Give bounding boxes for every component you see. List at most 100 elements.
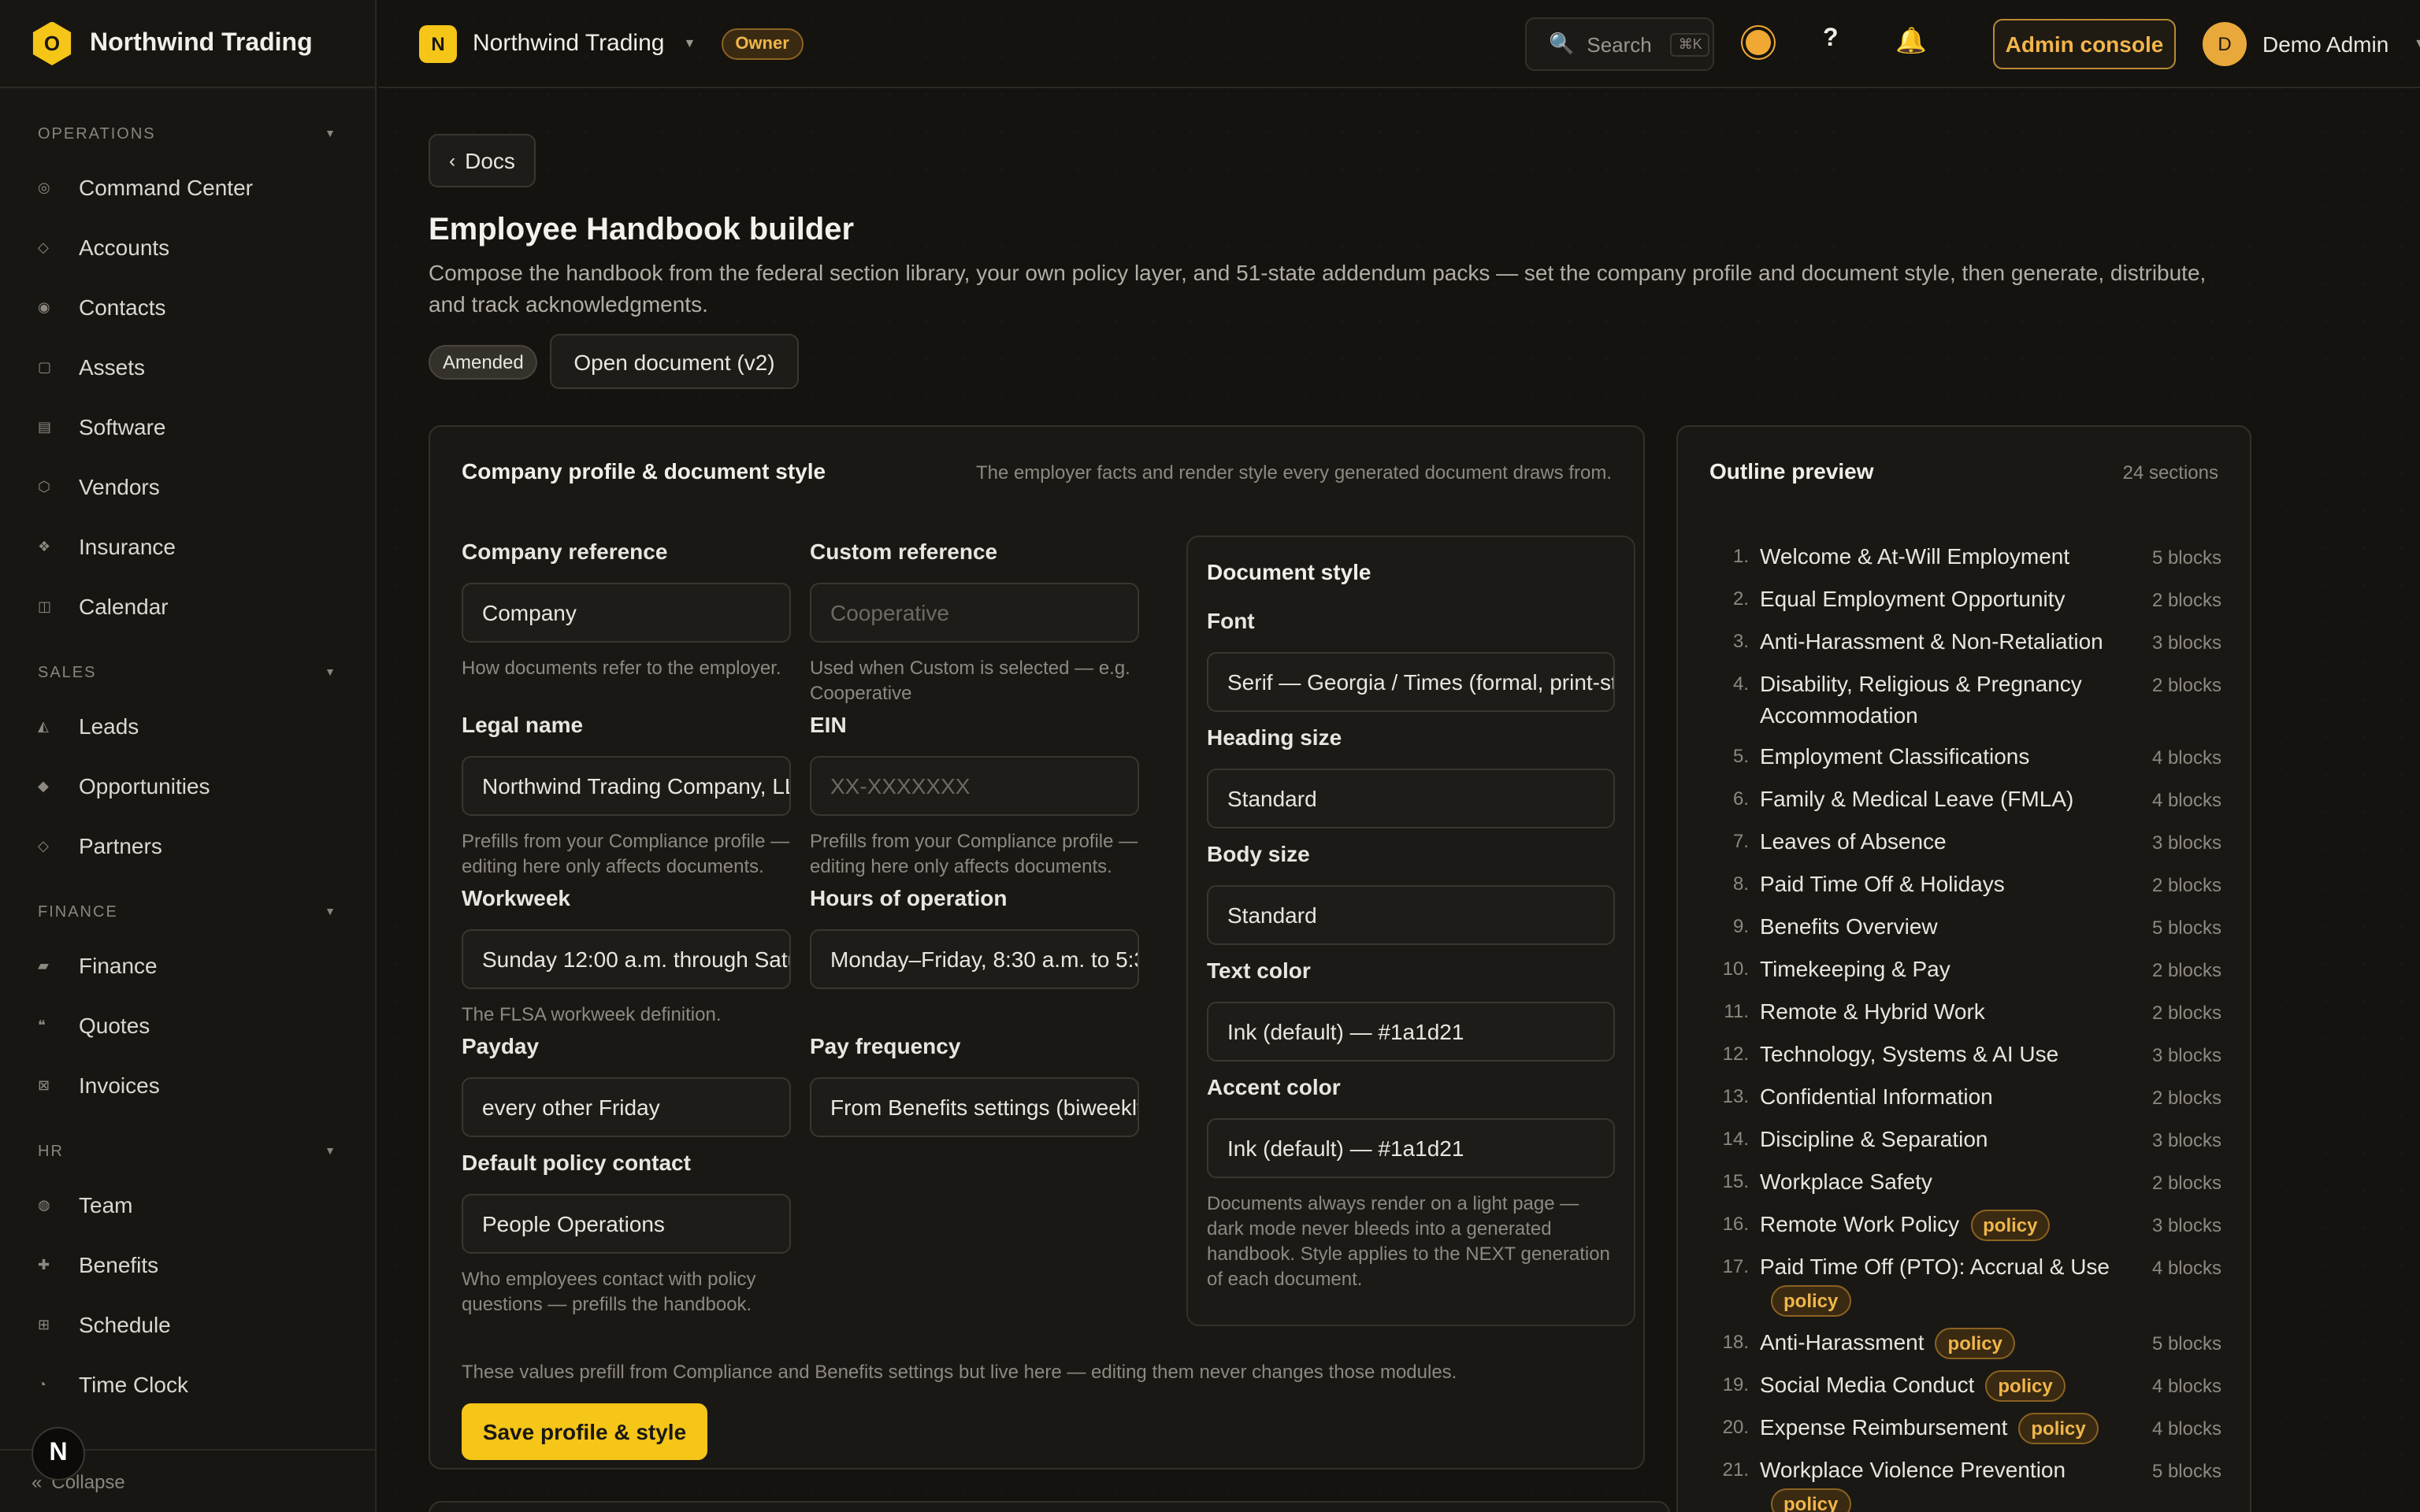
list-item[interactable]: 5. Employment Classifications 4 blocks bbox=[1709, 736, 2221, 778]
section-title-text: Leaves of Absence bbox=[1760, 828, 1947, 854]
list-item[interactable]: 8. Paid Time Off & Holidays 2 blocks bbox=[1709, 863, 2221, 906]
list-item[interactable]: 21. Workplace Violence Prevention policy 5 … bbox=[1709, 1450, 2221, 1512]
custom-reference-input[interactable]: Cooperative bbox=[810, 583, 1139, 643]
section-title-text: Workplace Violence Prevention bbox=[1760, 1457, 2066, 1483]
section-number: 10. bbox=[1722, 958, 1749, 980]
list-item[interactable]: 6. Family & Medical Leave (FMLA) 4 blocks bbox=[1709, 778, 2221, 821]
list-item[interactable]: 20. Expense Reimbursement policy 4 blocks bbox=[1709, 1406, 2221, 1450]
sidebar-item-contacts[interactable]: ◉ Contacts bbox=[38, 277, 337, 337]
block-count: 3 blocks bbox=[2151, 832, 2221, 854]
heading-size-field: Heading size Standard bbox=[1207, 724, 1615, 828]
sidebar-item-team[interactable]: ◍ Team bbox=[38, 1175, 337, 1235]
list-item[interactable]: 11. Remote & Hybrid Work 2 blocks bbox=[1709, 991, 2221, 1033]
list-item[interactable]: 4. Disability, Religious & Pregnancy Acco… bbox=[1709, 663, 2221, 736]
section-number: 15. bbox=[1722, 1170, 1749, 1192]
help-icon[interactable]: ? bbox=[1823, 25, 1839, 54]
list-item[interactable]: 16. Remote Work Policy policy 3 blocks bbox=[1709, 1203, 2221, 1247]
custom-reference-field: Custom reference Cooperative Used when C… bbox=[810, 539, 1139, 706]
sidebar-item-calendar[interactable]: ◫ Calendar bbox=[38, 576, 337, 636]
sidebar-item-accounts[interactable]: ◇ Accounts bbox=[38, 217, 337, 277]
payday-input[interactable]: every other Friday bbox=[462, 1077, 791, 1137]
pay-frequency-input[interactable]: From Benefits settings (biweekly) bbox=[810, 1077, 1139, 1137]
list-item[interactable]: 19. Social Media Conduct policy 4 blocks bbox=[1709, 1364, 2221, 1407]
section-title: Workplace Violence Prevention policy bbox=[1760, 1455, 2127, 1512]
accent-color-select[interactable]: Ink (default) — #1a1d21 bbox=[1207, 1118, 1615, 1178]
sidebar-item-insurance[interactable]: ❖ Insurance bbox=[38, 517, 337, 576]
sidebar-item-invoices[interactable]: ⊠ Invoices bbox=[38, 1055, 337, 1115]
nav-section-header[interactable]: OPERATIONS ▼ bbox=[38, 120, 337, 148]
page-description: Compose the handbook from the federal se… bbox=[429, 260, 2207, 317]
list-item[interactable]: 17. Paid Time Off (PTO): Accrual & Use pol… bbox=[1709, 1247, 2221, 1321]
open-document-button[interactable]: Open document (v2) bbox=[550, 334, 799, 389]
field-help: How documents refer to the employer. bbox=[462, 657, 781, 679]
block-count: 5 blocks bbox=[2151, 1332, 2221, 1354]
legal-name-input[interactable]: Northwind Trading Company, LLC bbox=[462, 756, 791, 816]
company-reference-select[interactable]: Company bbox=[462, 583, 791, 643]
sidebar-item-label: Calendar bbox=[79, 594, 169, 619]
font-select[interactable]: Serif — Georgia / Times (formal, print-s… bbox=[1207, 652, 1615, 712]
text-color-select[interactable]: Ink (default) — #1a1d21 bbox=[1207, 1002, 1615, 1062]
nav-section-header[interactable]: HR ▼ bbox=[38, 1137, 337, 1166]
nav-section-header[interactable]: FINANCE ▼ bbox=[38, 898, 337, 926]
sidebar-item-partners[interactable]: ◇ Partners bbox=[38, 816, 337, 876]
org-switcher[interactable]: Northwind Trading bbox=[473, 30, 664, 57]
nav-section-title: HR bbox=[38, 1143, 64, 1160]
sidebar-item-software[interactable]: ▤ Software bbox=[38, 397, 337, 457]
ein-input[interactable]: XX-XXXXXXX bbox=[810, 756, 1139, 816]
back-to-docs-button[interactable]: ‹ Docs bbox=[429, 134, 536, 187]
list-item[interactable]: 13. Confidential Information 2 blocks bbox=[1709, 1076, 2221, 1118]
sidebar-item-finance[interactable]: ▰ Finance bbox=[38, 936, 337, 995]
heading-size-select[interactable]: Standard bbox=[1207, 769, 1615, 828]
card-subtitle: The employer facts and render style ever… bbox=[975, 461, 1612, 484]
section-title-text: Technology, Systems & AI Use bbox=[1760, 1041, 2059, 1066]
sidebar-item-vendors[interactable]: ⬡ Vendors bbox=[38, 457, 337, 517]
brand-logo-icon: O bbox=[32, 21, 72, 65]
theme-toggle-icon[interactable] bbox=[1746, 30, 1771, 55]
sidebar-item-assets[interactable]: ▢ Assets bbox=[38, 337, 337, 397]
nav-section-header[interactable]: SALES ▼ bbox=[38, 658, 337, 687]
nav-section: OPERATIONS ▼ ◎ Command Center ◇ Accounts ◉ Cont… bbox=[0, 120, 375, 636]
hours-field: Hours of operation Monday–Friday, 8:30 a… bbox=[810, 885, 1139, 989]
org-avatar[interactable]: N bbox=[419, 24, 457, 62]
list-item[interactable]: 2. Equal Employment Opportunity 2 blocks bbox=[1709, 578, 2221, 621]
list-item[interactable]: 14. Discipline & Separation 3 blocks bbox=[1709, 1118, 2221, 1161]
sidebar-item-time-clock[interactable]: ◔ Time Clock bbox=[38, 1354, 337, 1414]
save-profile-button[interactable]: Save profile & style bbox=[462, 1403, 707, 1460]
user-menu[interactable]: Demo Admin bbox=[2262, 32, 2388, 57]
bell-icon[interactable]: 🔔 bbox=[1895, 25, 1927, 57]
workweek-input[interactable]: Sunday 12:00 a.m. through Saturday 11:59… bbox=[462, 929, 791, 989]
list-item[interactable]: 10. Timekeeping & Pay 2 blocks bbox=[1709, 948, 2221, 991]
block-count: 4 blocks bbox=[2151, 1374, 2221, 1397]
field-label: Heading size bbox=[1207, 724, 1342, 750]
sidebar-item-opportunities[interactable]: ◆ Opportunities bbox=[38, 756, 337, 816]
status-badge: Amended bbox=[429, 345, 538, 380]
diamond-filled-icon: ◆ bbox=[38, 777, 49, 793]
sidebar-item-leads[interactable]: ◭ Leads bbox=[38, 696, 337, 756]
list-item[interactable]: 1. Welcome & At-Will Employment 5 blocks bbox=[1709, 536, 2221, 578]
payday-field: Payday every other Friday bbox=[462, 1033, 791, 1137]
chevron-down-icon[interactable]: ▼ bbox=[683, 36, 696, 50]
sidebar-item-command-center[interactable]: ◎ Command Center bbox=[38, 158, 337, 217]
framework-badge-button[interactable]: N bbox=[32, 1427, 85, 1480]
sidebar-item-schedule[interactable]: ⊞ Schedule bbox=[38, 1295, 337, 1354]
hours-input[interactable]: Monday–Friday, 8:30 a.m. to 5:30 p.m. bbox=[810, 929, 1139, 989]
list-item[interactable]: 15. Workplace Safety 2 blocks bbox=[1709, 1161, 2221, 1203]
list-item[interactable]: 12. Technology, Systems & AI Use 3 blocks bbox=[1709, 1033, 2221, 1076]
admin-console-button[interactable]: Admin console bbox=[1993, 19, 2176, 69]
list-item[interactable]: 9. Benefits Overview 5 blocks bbox=[1709, 906, 2221, 948]
block-count: 3 blocks bbox=[2151, 1044, 2221, 1066]
sidebar-item-quotes[interactable]: ❝ Quotes bbox=[38, 995, 337, 1055]
quote-icon: ❝ bbox=[38, 1017, 46, 1032]
section-title: Timekeeping & Pay bbox=[1760, 953, 2127, 984]
body-size-select[interactable]: Standard bbox=[1207, 885, 1615, 945]
outline-preview-card: Outline preview 24 sections 1. Welcome & … bbox=[1676, 425, 2251, 1512]
search-button[interactable]: 🔍 Search ⌘K bbox=[1525, 17, 1714, 71]
chevron-down-icon[interactable]: ▼ bbox=[2414, 36, 2420, 50]
sidebar-item-benefits[interactable]: ✚ Benefits bbox=[38, 1235, 337, 1295]
list-item[interactable]: 7. Leaves of Absence 3 blocks bbox=[1709, 821, 2221, 863]
list-item[interactable]: 3. Anti-Harassment & Non-Retaliation 3 blo… bbox=[1709, 621, 2221, 663]
page-title: Employee Handbook builder bbox=[429, 213, 855, 247]
avatar[interactable]: D bbox=[2203, 22, 2247, 66]
list-item[interactable]: 18. Anti-Harassment policy 5 blocks bbox=[1709, 1321, 2221, 1364]
policy-contact-input[interactable]: People Operations bbox=[462, 1194, 791, 1254]
